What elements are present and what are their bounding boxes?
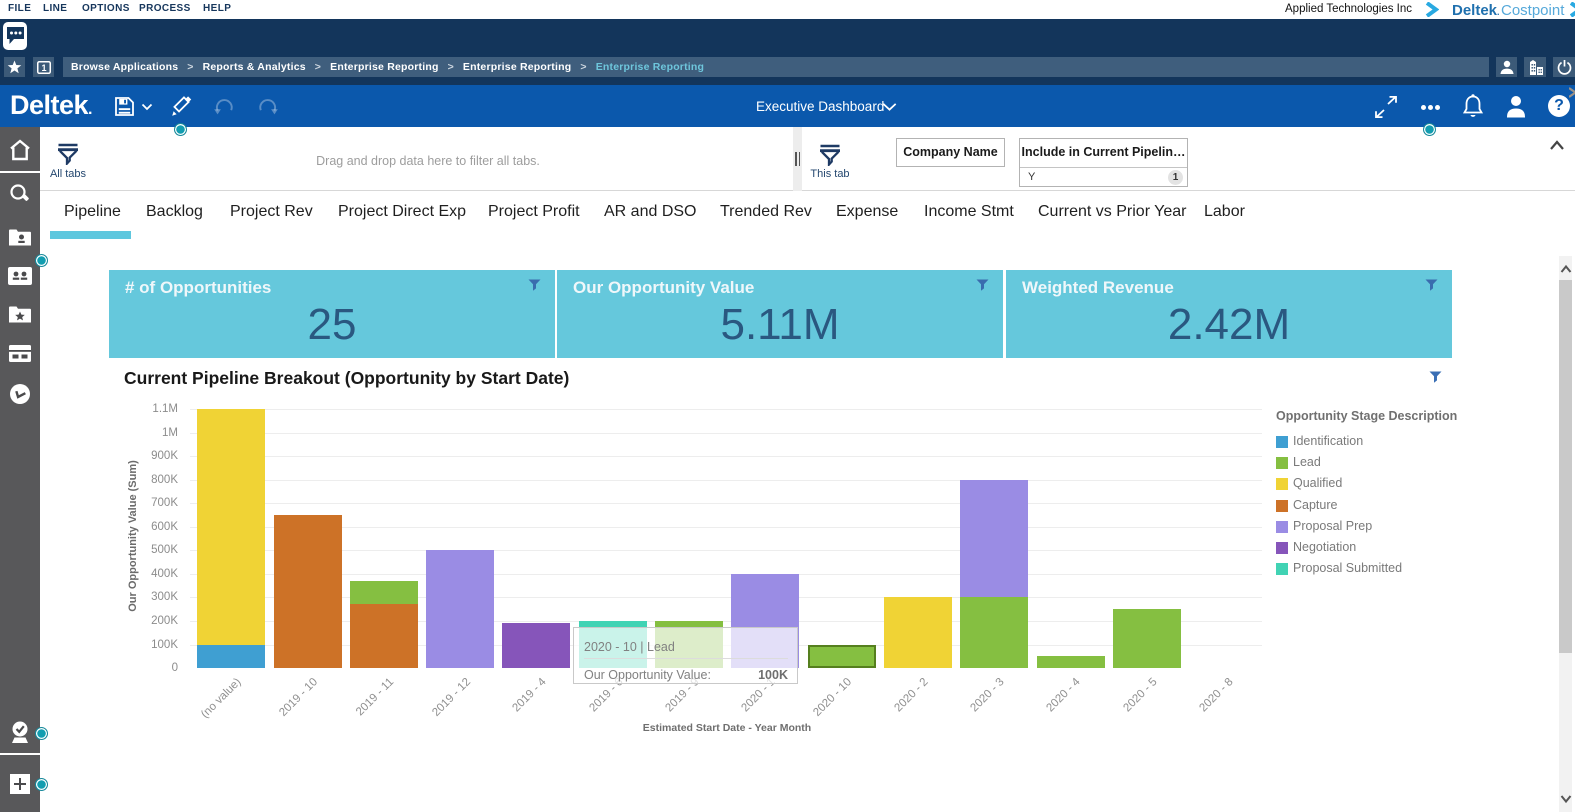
svg-text:1: 1 <box>41 63 46 73</box>
